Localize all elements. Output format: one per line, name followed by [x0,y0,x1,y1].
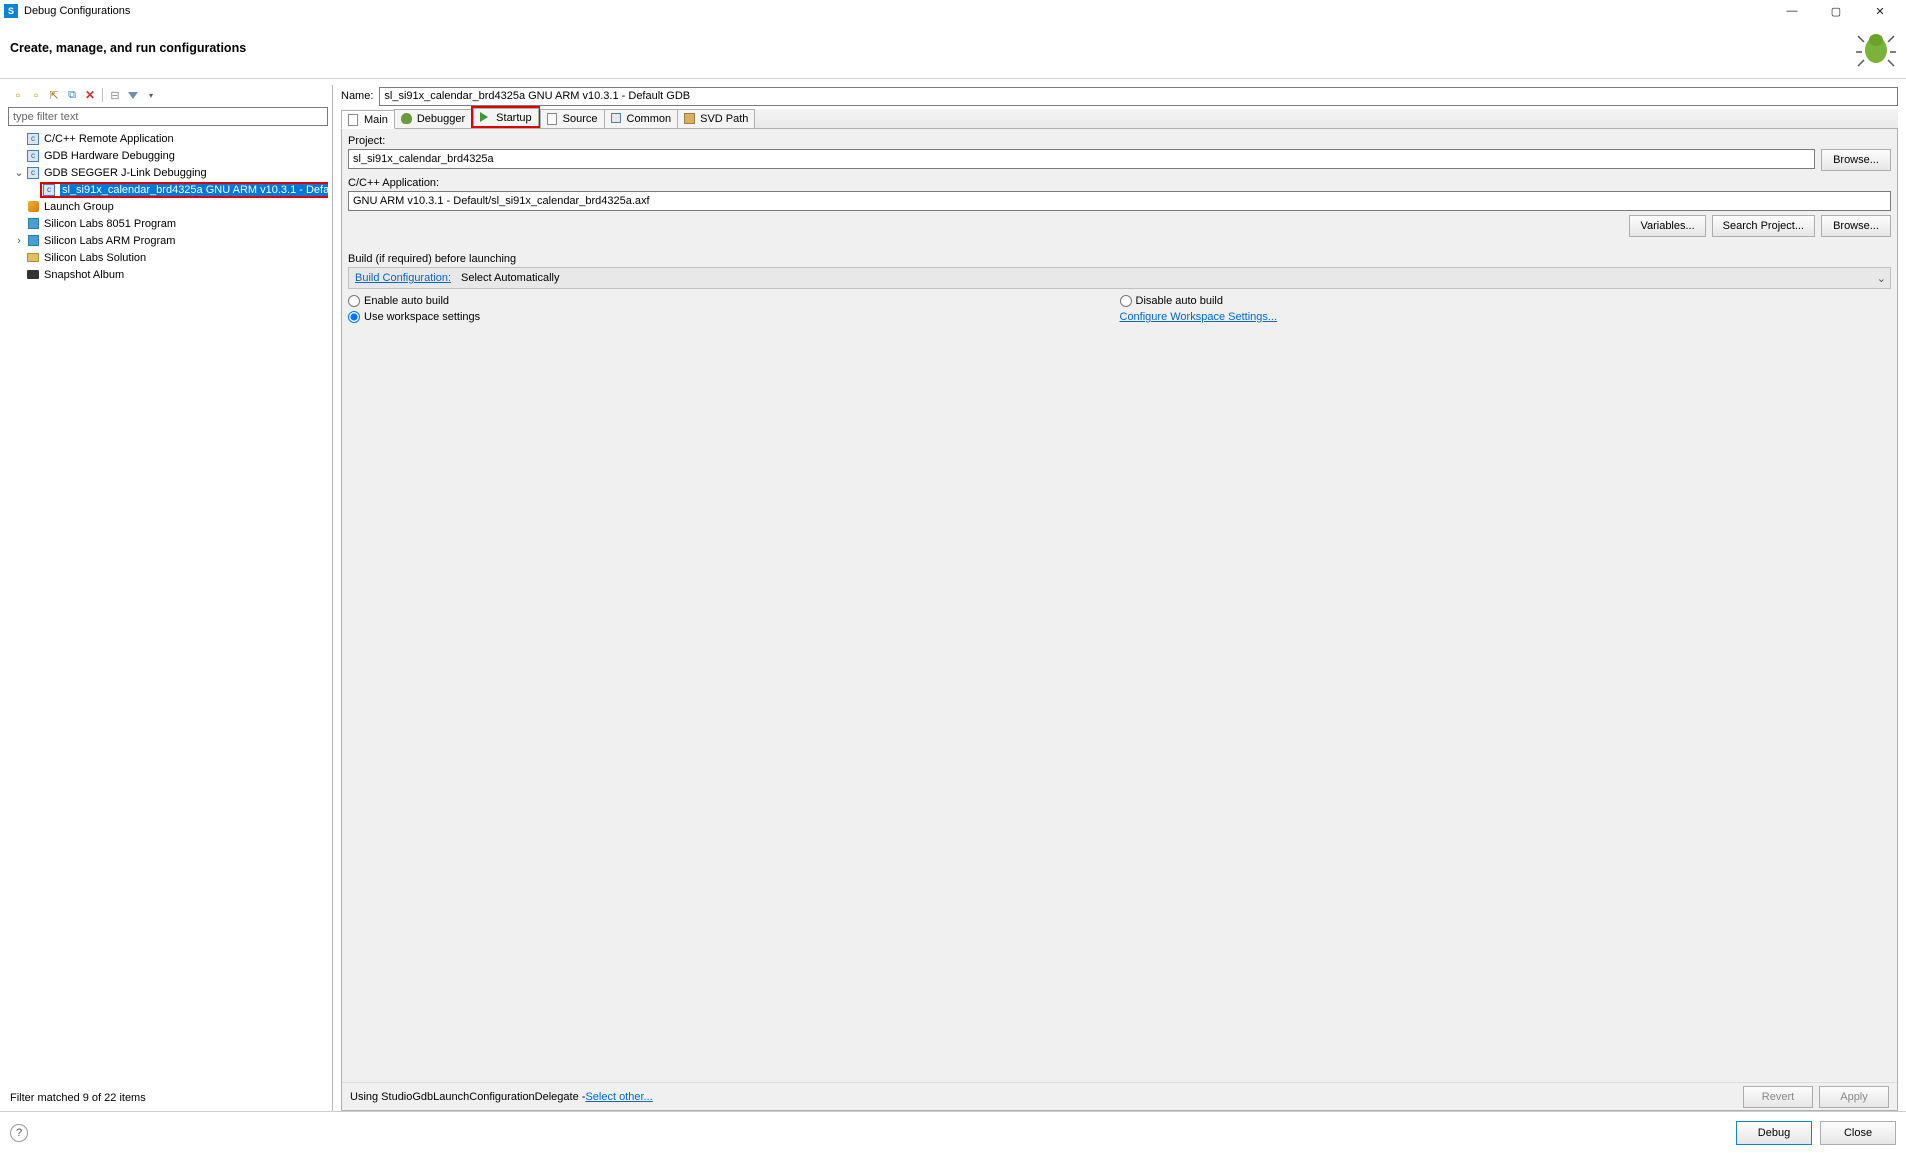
name-label: Name: [341,90,373,102]
close-button[interactable]: Close [1820,1121,1896,1145]
tree-item-arm-program[interactable]: › Silicon Labs ARM Program [8,232,328,249]
application-input[interactable] [348,191,1891,211]
filter-input[interactable] [8,107,328,126]
tree-item-gdb-hardware[interactable]: cGDB Hardware Debugging [8,147,328,164]
maximize-button[interactable]: ▢ [1814,0,1858,22]
tree-label: Silicon Labs 8051 Program [44,218,176,230]
expand-icon[interactable]: ⌄ [12,166,26,179]
search-project-button[interactable]: Search Project... [1712,215,1815,237]
tree-label: Silicon Labs ARM Program [44,235,175,247]
expand-icon[interactable]: › [12,235,26,247]
config-tabs: Main Debugger Startup Source Common SVD … [341,109,1898,129]
tree-item-launch-group[interactable]: Launch Group [8,198,328,215]
help-icon[interactable]: ? [10,1124,28,1142]
tab-label: Debugger [417,113,465,125]
name-input[interactable] [379,87,1898,106]
right-panel: Name: Main Debugger Startup Source Commo… [333,85,1906,1111]
disable-auto-build-label: Disable auto build [1136,295,1223,307]
select-other-link[interactable]: Select other... [585,1091,652,1103]
new-config-button[interactable]: ▫ [10,87,26,103]
tab-source[interactable]: Source [540,109,605,128]
export-button[interactable]: ⇱ [46,87,62,103]
tree-label: GDB Hardware Debugging [44,150,175,162]
tree-label: C/C++ Remote Application [44,133,174,145]
configure-workspace-link[interactable]: Configure Workspace Settings... [1120,311,1278,323]
title-bar: S Debug Configurations — ▢ ✕ [0,0,1906,22]
main-area: ▫ ▫ ⇱ ⧉ ✕ ⊟ ▾ cC/C++ Remote Application … [0,79,1906,1111]
tab-label: Main [364,114,388,126]
revert-button[interactable]: Revert [1743,1086,1813,1108]
debug-button[interactable]: Debug [1736,1121,1812,1145]
tree-label: GDB SEGGER J-Link Debugging [44,167,207,179]
build-config-link[interactable]: Build Configuration: [349,272,457,284]
debug-bug-icon [1856,28,1896,68]
dialog-footer: ? Debug Close [0,1111,1906,1153]
tree-item-solution[interactable]: Silicon Labs Solution [8,249,328,266]
close-window-button[interactable]: ✕ [1858,0,1902,22]
new-prototype-button[interactable]: ▫ [28,87,44,103]
delete-button[interactable]: ✕ [82,87,98,103]
application-browse-button[interactable]: Browse... [1821,215,1891,237]
tree-item-cpp-remote[interactable]: cC/C++ Remote Application [8,130,328,147]
delegate-row: Using StudioGdbLaunchConfigurationDelega… [342,1082,1897,1110]
build-config-row: Build Configuration: Select Automaticall… [348,267,1891,289]
startup-highlight: Startup [471,106,539,128]
main-tab-content: Project: Browse... C/C++ Application: Va… [341,129,1898,1111]
tab-label: Startup [496,112,531,124]
tab-svd[interactable]: SVD Path [677,109,755,128]
duplicate-button[interactable]: ⧉ [64,87,80,103]
build-config-value: Select Automatically [461,272,559,284]
tree-label: sl_si91x_calendar_brd4325a GNU ARM v10.3… [60,184,328,196]
tree-label: Snapshot Album [44,269,124,281]
project-label: Project: [348,135,1891,147]
use-workspace-label: Use workspace settings [364,311,480,323]
filter-dropdown-button[interactable]: ▾ [143,87,159,103]
left-panel: ▫ ▫ ⇱ ⧉ ✕ ⊟ ▾ cC/C++ Remote Application … [0,85,333,1111]
use-workspace-radio[interactable] [348,311,360,323]
tree-item-selected-config[interactable]: csl_si91x_calendar_brd4325a GNU ARM v10.… [8,181,328,198]
collapse-all-button[interactable]: ⊟ [107,87,123,103]
dialog-header: Create, manage, and run configurations [0,22,1906,79]
variables-button[interactable]: Variables... [1629,215,1705,237]
tab-startup[interactable]: Startup [473,108,538,126]
app-icon: S [4,4,18,18]
disable-auto-build-radio[interactable] [1120,295,1132,307]
tab-main[interactable]: Main [341,110,395,129]
enable-auto-build-label: Enable auto build [364,295,449,307]
tree-item-snapshot[interactable]: Snapshot Album [8,266,328,283]
filter-button[interactable] [125,87,141,103]
minimize-button[interactable]: — [1770,0,1814,22]
enable-auto-build-radio[interactable] [348,295,360,307]
project-input[interactable] [348,149,1815,169]
tree-label: Launch Group [44,201,114,213]
chevron-down-icon: ⌄ [1877,272,1886,285]
tab-debugger[interactable]: Debugger [394,109,472,128]
config-toolbar: ▫ ▫ ⇱ ⧉ ✕ ⊟ ▾ [8,85,328,105]
tree-label: Silicon Labs Solution [44,252,146,264]
delegate-text: Using StudioGdbLaunchConfigurationDelega… [350,1091,585,1103]
build-section-label: Build (if required) before launching [348,253,1891,265]
project-browse-button[interactable]: Browse... [1821,149,1891,171]
tab-label: SVD Path [700,113,748,125]
build-config-select[interactable]: Select Automatically ⌄ [457,272,1890,285]
apply-button[interactable]: Apply [1819,1086,1889,1108]
tab-label: Source [563,113,598,125]
filter-status: Filter matched 9 of 22 items [8,1089,328,1107]
config-tree[interactable]: cC/C++ Remote Application cGDB Hardware … [8,130,328,1089]
tree-item-8051[interactable]: Silicon Labs 8051 Program [8,215,328,232]
tab-common[interactable]: Common [604,109,679,128]
tab-label: Common [627,113,672,125]
application-label: C/C++ Application: [348,177,1891,189]
dialog-title: Create, manage, and run configurations [10,41,246,55]
window-title: Debug Configurations [24,5,130,17]
tree-item-gdb-segger[interactable]: ⌄cGDB SEGGER J-Link Debugging [8,164,328,181]
